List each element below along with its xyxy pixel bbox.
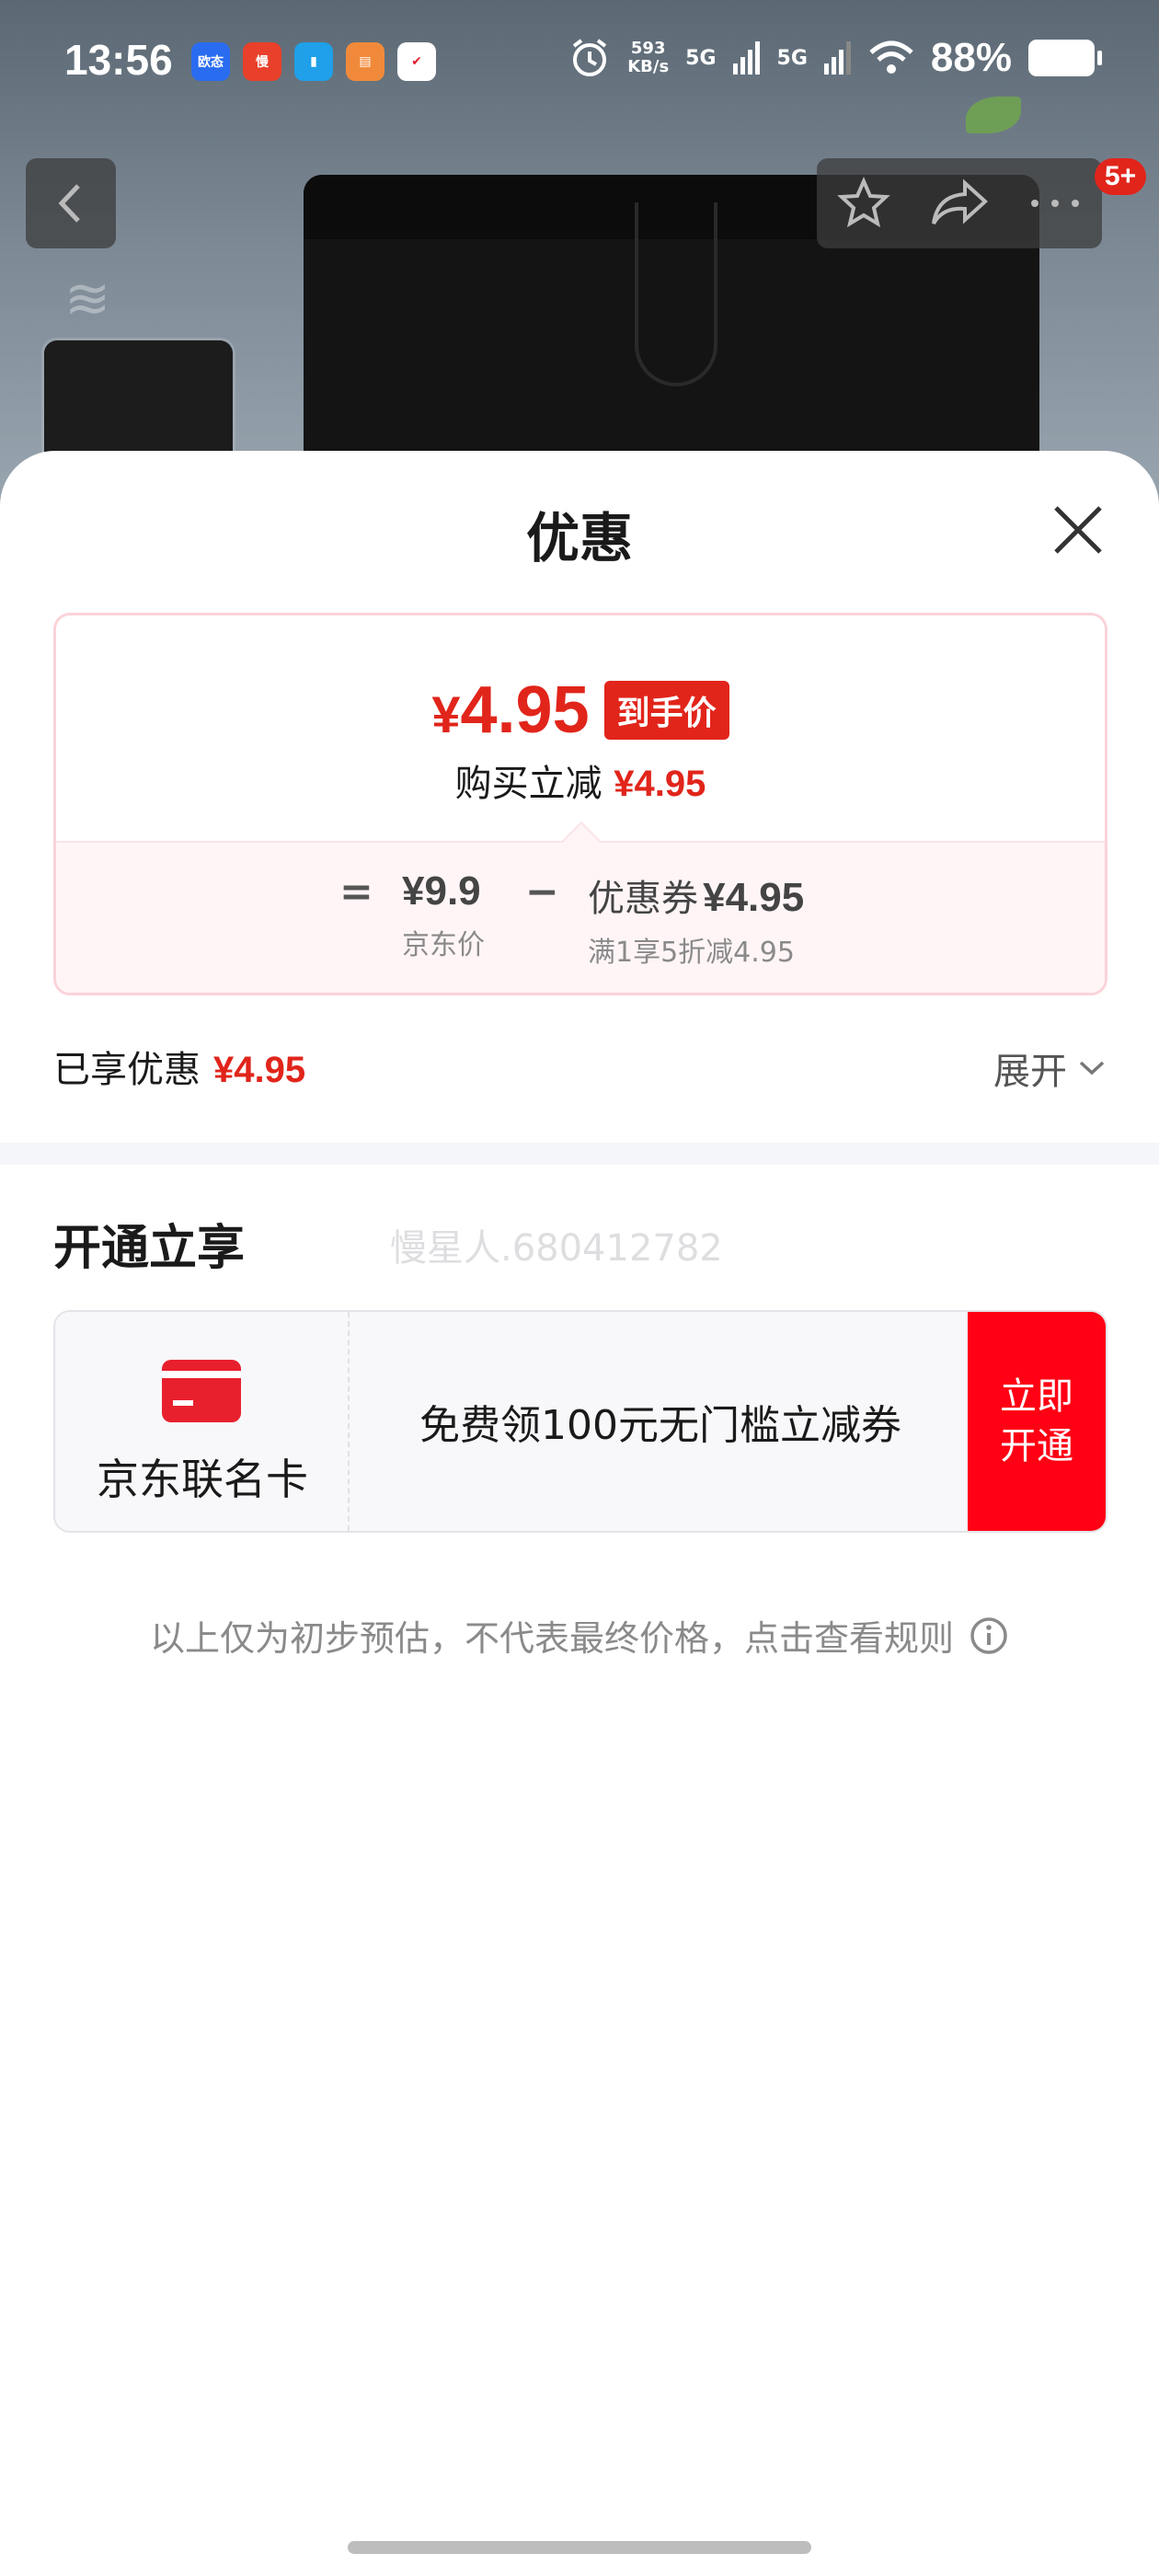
enjoyed-discount: 已享优惠 ¥4.95 [53,1040,305,1093]
chevron-left-icon [58,184,80,223]
app-icon-red-check: ✔ [397,42,436,81]
section-divider [0,1143,1159,1165]
credit-card-icon [162,1360,241,1422]
net-speed: 593 KB/s [627,39,670,76]
discount-value: ¥4.95 [614,764,706,804]
signal-5g-1: 5G [685,46,717,70]
final-price: ¥4.95 [431,673,590,747]
price-breakdown-card: ¥4.95 到手价 购买立减 ¥4.95 = ¥9.9 京东价 − 优惠券 ¥4 [53,613,1107,995]
wifi-icon [869,40,913,74]
battery-percent: 88% [930,35,1012,80]
expand-button[interactable]: 展开 [993,1041,1106,1095]
back-button[interactable] [26,158,116,248]
discount-sheet: 优惠 ¥4.95 到手价 购买立减 ¥4.95 = ¥9.9 京东价 − 优惠券… [0,451,1159,2576]
chevron-down-icon [1079,1061,1105,1075]
status-time: 13:56 [64,36,173,84]
rules-note[interactable]: 以上仅为初步预估，不代表最终价格，点击查看规则 [0,1610,1159,1661]
battery-icon [1028,40,1102,76]
shorts-drawstring [635,202,717,386]
app-icon-blue: ▮ [294,42,333,81]
app-icon-man: 慢 [243,42,281,81]
alarm-icon [573,39,607,76]
expand-label: 展开 [993,1051,1067,1093]
close-icon[interactable] [1049,500,1107,559]
app-icon-outai: 欧态 [191,42,230,81]
nav-actions [817,158,1102,248]
final-price-row: ¥4.95 到手价 [56,673,1105,748]
signal-bars-icon [732,41,760,75]
info-icon[interactable] [969,1616,1009,1656]
message-badge: 5+ [1095,158,1146,195]
card-offer-left: 京东联名卡 [55,1312,350,1531]
home-indicator[interactable] [348,2541,811,2554]
open-section-title: 开通立享 [53,1221,246,1276]
coupon-label: 优惠券 [588,878,698,920]
jd-price-label: 京东价 [402,929,485,961]
watermark-text: 慢星人.680412782 [390,1227,723,1270]
coupon-cell: 优惠券 ¥4.95 满1享5折减4.95 [588,868,804,970]
status-bar: 13:56 欧态 慢 ▮ ▤ ✔ 593 KB/s 5G 5G 88% [0,0,1159,129]
equals-sign: = [339,868,373,915]
discount-row: 购买立减 ¥4.95 [56,753,1105,807]
price-card-lower: = ¥9.9 京东价 − 优惠券 ¥4.95 满1享5折减4.95 [56,841,1105,993]
more-icon[interactable] [1027,194,1083,213]
open-now-button[interactable]: 立即 开通 [968,1312,1106,1531]
card-offer-description: 免费领100元无门槛立减券 [419,1402,901,1449]
card-name: 京东联名卡 [97,1455,308,1504]
coupon-value: ¥4.95 [703,875,805,920]
final-price-tag: 到手价 [603,681,729,740]
minus-sign: − [525,868,559,915]
sheet-title: 优惠 [525,507,633,569]
discount-label: 购买立减 [454,763,602,805]
coupon-desc: 满1享5折减4.95 [588,937,795,969]
jd-price: ¥9.9 [402,868,481,914]
breathable-wave-icon: ≋ [64,267,111,331]
status-right: 593 KB/s 5G 5G 88% [568,35,1102,81]
signal-5g-2: 5G [776,46,808,70]
jd-price-cell: ¥9.9 京东价 [402,868,485,962]
signal-bars-icon [823,41,851,75]
star-icon[interactable] [836,176,891,231]
enjoyed-label: 已享优惠 [53,1049,201,1091]
share-icon[interactable] [930,178,989,229]
app-icon-orange: ▤ [346,42,384,81]
price-card-upper: ¥4.95 到手价 购买立减 ¥4.95 [56,615,1105,841]
rules-note-text: 以上仅为初步预估，不代表最终价格，点击查看规则 [149,1618,954,1659]
status-app-icons: 欧态 慢 ▮ ▤ ✔ [191,42,436,81]
enjoyed-value: ¥4.95 [213,1050,306,1090]
co-brand-card-offer[interactable]: 京东联名卡 免费领100元无门槛立减券 立即 开通 [53,1310,1107,1533]
